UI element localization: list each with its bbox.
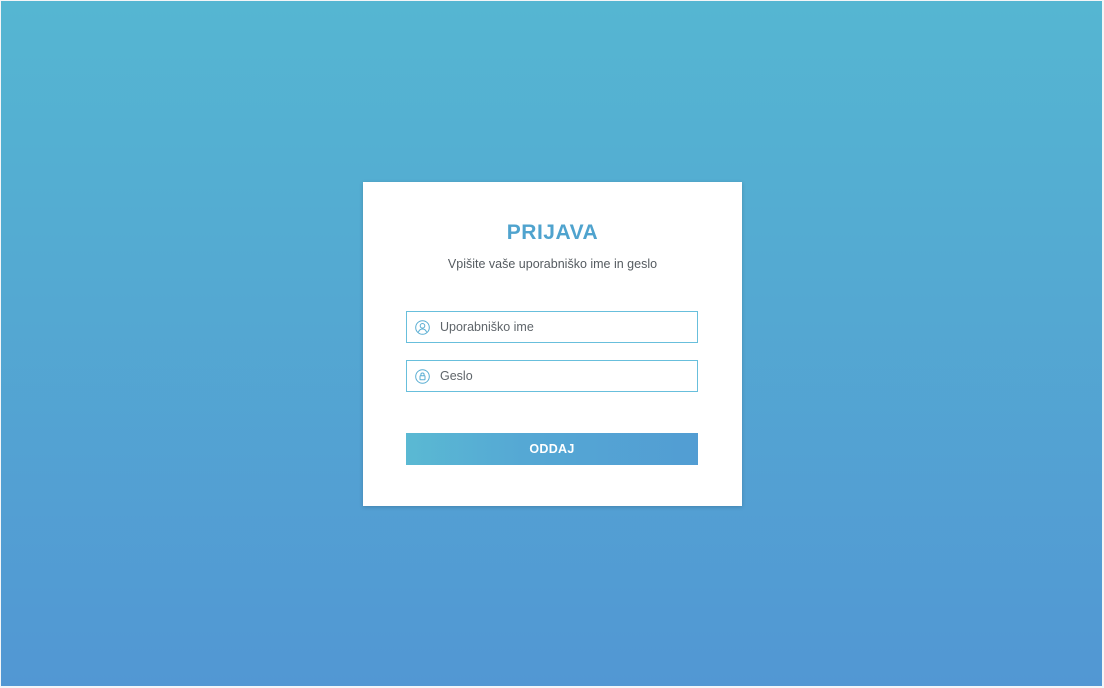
password-input[interactable]: [440, 362, 697, 390]
username-input[interactable]: [440, 313, 697, 341]
login-card: PRIJAVA Vpišite vaše uporabniško ime in …: [363, 182, 742, 506]
page-background: PRIJAVA Vpišite vaše uporabniško ime in …: [1, 1, 1102, 686]
username-field[interactable]: [406, 311, 698, 343]
login-subtitle: Vpišite vaše uporabniško ime in geslo: [447, 257, 658, 271]
user-icon: [415, 319, 430, 335]
lock-icon: [415, 368, 430, 384]
login-title: PRIJAVA: [506, 221, 599, 244]
submit-button[interactable]: ODDAJ: [406, 433, 698, 465]
password-field[interactable]: [406, 360, 698, 392]
